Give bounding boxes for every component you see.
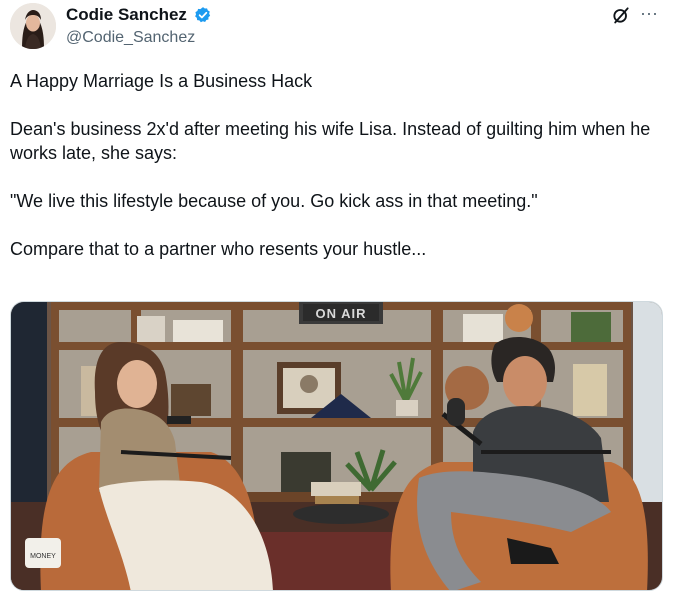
author-avatar[interactable] xyxy=(10,3,56,49)
tweet-paragraph: A Happy Marriage Is a Business Hack xyxy=(10,71,313,91)
tweet-media-image[interactable]: ON AIR MONEY xyxy=(10,301,663,591)
tweet-paragraph: "We live this lifestyle because of you. … xyxy=(10,191,538,211)
tweet-text: A Happy Marriage Is a Business Hack Dean… xyxy=(10,69,660,261)
author-name[interactable]: Codie Sanchez xyxy=(66,5,187,25)
on-air-sign-text: ON AIR xyxy=(315,306,366,321)
podcast-studio-photo: ON AIR MONEY xyxy=(11,302,662,590)
avatar-image xyxy=(10,3,56,49)
grok-icon[interactable] xyxy=(611,5,631,25)
verified-badge-icon xyxy=(195,7,211,23)
author-handle[interactable]: @Codie_Sanchez xyxy=(66,29,195,47)
tweet-paragraph: Compare that to a partner who resents yo… xyxy=(10,239,427,259)
tweet-paragraph: Dean's business 2x'd after meeting his w… xyxy=(10,119,651,163)
mug-text: MONEY xyxy=(30,553,56,560)
more-options-icon[interactable]: ··· xyxy=(640,4,658,22)
